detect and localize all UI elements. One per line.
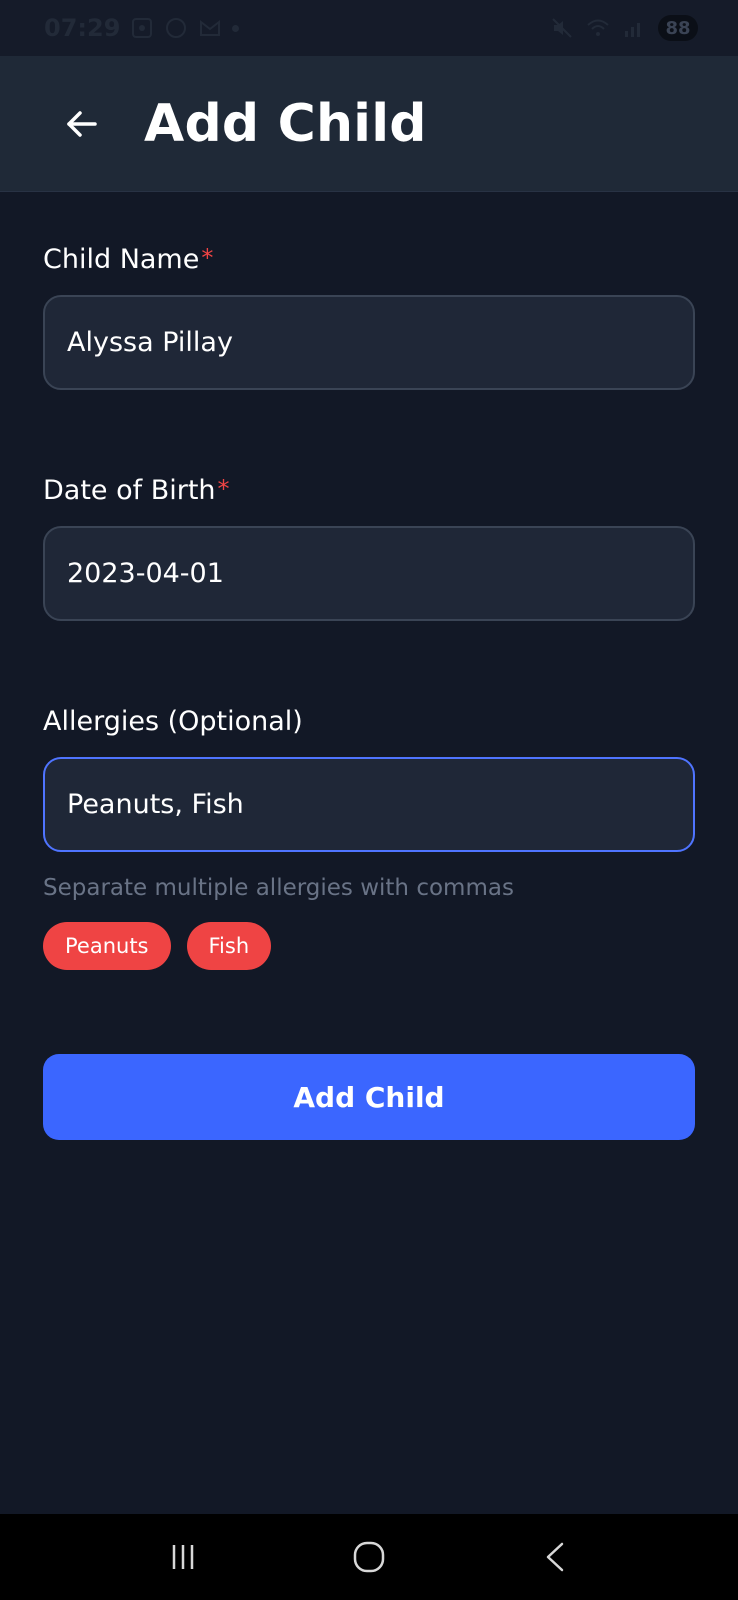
date-of-birth-value: 2023-04-01 xyxy=(67,558,224,589)
child-name-value: Alyssa Pillay xyxy=(67,327,233,358)
nav-back-button[interactable] xyxy=(525,1527,585,1587)
signal-icon xyxy=(625,23,640,37)
status-left: 07:29 xyxy=(44,14,240,42)
status-time: 07:29 xyxy=(44,14,121,42)
app-bar: Add Child xyxy=(0,56,738,192)
status-right: 88 xyxy=(550,15,698,41)
home-icon xyxy=(353,1541,385,1573)
back-chevron-icon xyxy=(546,1542,564,1572)
back-button[interactable] xyxy=(34,76,130,172)
date-of-birth-label: Date of Birth* xyxy=(43,475,230,506)
status-bar: 07:29 88 xyxy=(0,0,738,56)
allergies-helper-text: Separate multiple allergies with commas xyxy=(43,875,514,901)
nav-home-button[interactable] xyxy=(339,1527,399,1587)
allergies-input[interactable]: Peanuts, Fish xyxy=(43,757,695,852)
allergy-chip[interactable]: Peanuts xyxy=(43,922,171,970)
battery-level: 88 xyxy=(665,17,691,39)
nav-recents-button[interactable] xyxy=(153,1527,213,1587)
add-child-button[interactable]: Add Child xyxy=(43,1054,695,1140)
mute-icon xyxy=(552,18,572,38)
arrow-left-icon xyxy=(67,110,97,137)
system-nav-bar xyxy=(0,1514,738,1600)
allergy-chips: Peanuts Fish xyxy=(43,922,272,970)
date-of-birth-label-text: Date of Birth xyxy=(43,475,216,506)
page-title: Add Child xyxy=(144,93,427,154)
date-of-birth-input[interactable]: 2023-04-01 xyxy=(43,526,695,621)
battery-indicator: 88 xyxy=(658,15,698,41)
required-mark: * xyxy=(201,244,214,272)
allergy-chip[interactable]: Fish xyxy=(186,922,272,970)
allergies-label: Allergies (Optional) xyxy=(43,706,303,737)
allergies-label-text: Allergies (Optional) xyxy=(43,706,303,737)
child-name-label-text: Child Name xyxy=(43,244,200,275)
add-child-screen: 07:29 88 Add Child Child Name* Alyssa Pi… xyxy=(0,0,738,1600)
recents-icon xyxy=(172,1545,194,1569)
child-name-input[interactable]: Alyssa Pillay xyxy=(43,295,695,390)
allergies-value: Peanuts, Fish xyxy=(67,789,244,820)
child-name-label: Child Name* xyxy=(43,244,213,275)
required-mark: * xyxy=(217,475,230,503)
gmail-icon xyxy=(200,19,221,36)
whatsapp-icon xyxy=(166,18,187,38)
screenshot-icon xyxy=(132,18,153,38)
wifi-icon xyxy=(587,19,609,36)
notification-dot-icon xyxy=(232,24,240,32)
